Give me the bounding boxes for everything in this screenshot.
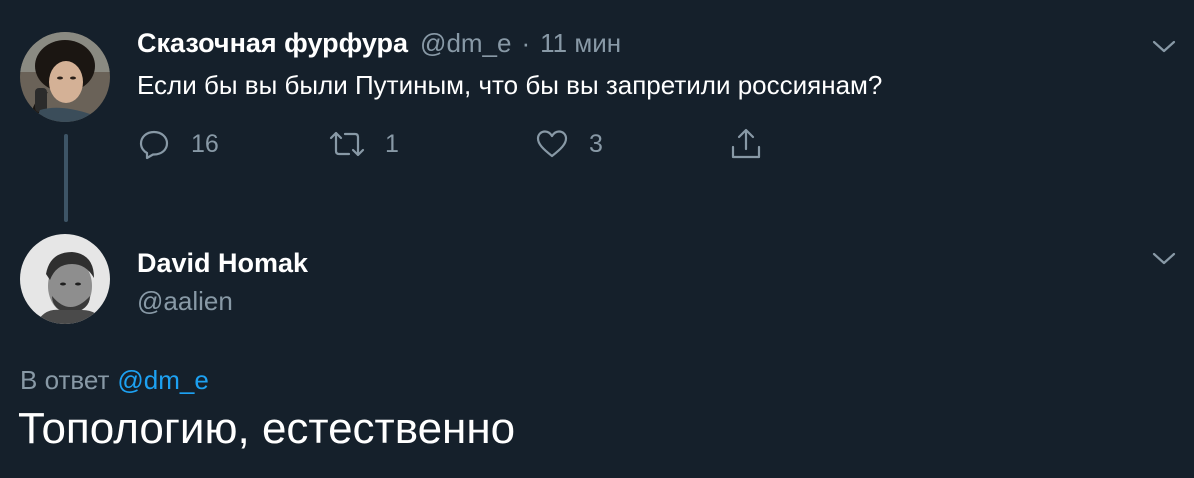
retweet-icon [329,127,365,161]
author-name[interactable]: Сказочная фурфура [137,28,408,59]
retweet-count: 1 [385,129,399,158]
avatar[interactable] [20,234,110,324]
like-button[interactable]: 3 [535,126,603,162]
reply-count: 16 [191,129,219,158]
reply-icon [137,127,171,161]
avatar[interactable] [20,32,110,122]
chevron-down-icon[interactable] [1150,244,1178,272]
tweet-text: Топологию, естественно [18,404,516,453]
like-count: 3 [589,129,603,158]
author-handle[interactable]: @aalien [137,286,233,317]
separator-dot: · [521,28,531,58]
reply-to-handle-link[interactable]: @dm_e [117,365,208,395]
thread-line [64,134,68,222]
reply-button[interactable]: 16 [137,126,219,162]
tweet-time[interactable]: 11 мин [540,28,621,59]
reply-context: В ответ @dm_e [20,365,209,396]
tweet-text: Если бы вы были Путиным, что бы вы запре… [137,70,883,100]
heart-icon [535,127,569,161]
retweet-button[interactable]: 1 [329,126,399,162]
tweet-header: Сказочная фурфура @dm_e · 11 мин [137,28,621,62]
share-icon [729,127,763,161]
share-button[interactable] [729,126,763,162]
author-handle[interactable]: @dm_e [420,28,511,59]
chevron-down-icon[interactable] [1150,32,1178,60]
author-name[interactable]: David Homak [137,248,308,279]
reply-prefix: В ответ [20,365,110,395]
